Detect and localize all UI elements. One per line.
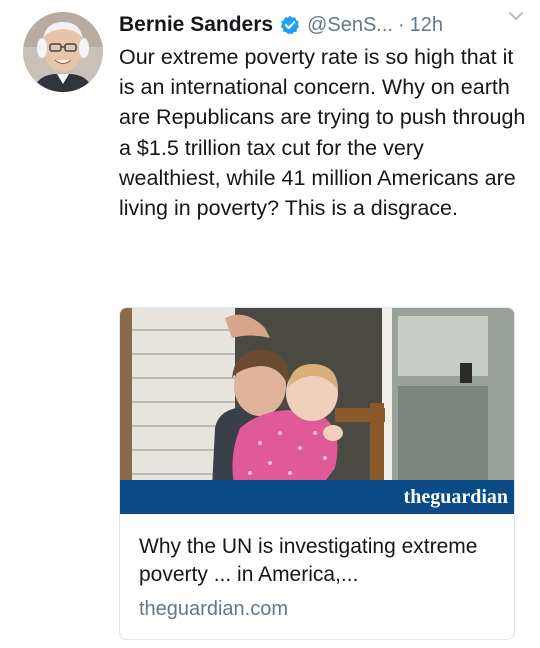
- verified-badge-icon: [280, 15, 300, 35]
- separator-dot: ·: [397, 13, 405, 36]
- guardian-logo: theguardian: [404, 486, 508, 508]
- author-name[interactable]: Bernie Sanders: [119, 13, 273, 37]
- tweet-header: Bernie Sanders @SenS... · 12h: [119, 10, 526, 40]
- chevron-down-icon[interactable]: [506, 6, 526, 26]
- card-domain[interactable]: theguardian.com: [139, 598, 288, 621]
- avatar-image: [23, 12, 103, 92]
- author-handle[interactable]: @SenS...: [307, 14, 393, 37]
- avatar[interactable]: [23, 12, 103, 92]
- tweet-timestamp[interactable]: 12h: [410, 14, 443, 37]
- tweet-text: Our extreme poverty rate is so high that…: [119, 45, 526, 221]
- card-title[interactable]: Why the UN is investigating extreme pove…: [139, 533, 504, 589]
- card-image: theguardian: [120, 308, 514, 514]
- link-card[interactable]: theguardian Why the UN is investigating …: [119, 307, 515, 640]
